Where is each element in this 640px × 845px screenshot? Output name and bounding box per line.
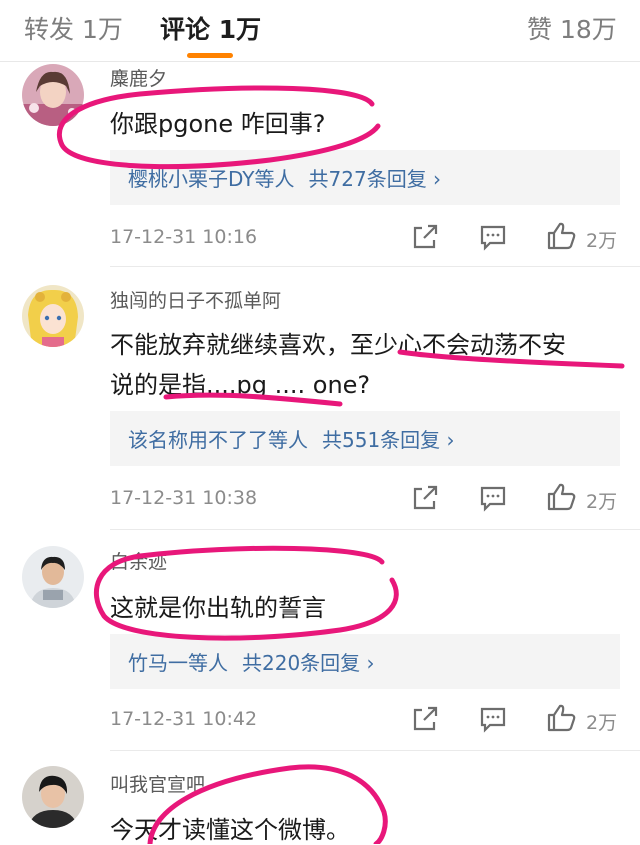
timestamp: 17-12-31 10:42 <box>110 708 258 730</box>
reply-users[interactable]: 樱桃小栗子DY等人 <box>128 167 295 191</box>
like-count: 2万 <box>586 712 618 734</box>
replies-preview[interactable]: 该名称用不了了等人 共551条回复 › <box>110 411 620 466</box>
share-icon[interactable] <box>410 483 440 513</box>
comment-text-line-2: 说的是指....pg .... one? <box>110 371 371 399</box>
comment-divider <box>110 750 640 751</box>
comment-divider <box>110 529 640 530</box>
avatar[interactable] <box>22 285 84 347</box>
username[interactable]: 独闯的日子不孤单阿 <box>110 286 281 313</box>
reply-users[interactable]: 竹马一等人 <box>128 651 228 675</box>
like-icon[interactable] <box>546 481 578 513</box>
reply-count-link[interactable]: 共727条回复 › <box>309 167 442 191</box>
comment-icon[interactable] <box>478 483 508 513</box>
replies-preview[interactable]: 樱桃小栗子DY等人 共727条回复 › <box>110 150 620 205</box>
tab-comments[interactable]: 评论 1万 <box>160 10 261 46</box>
reply-users[interactable]: 该名称用不了了等人 <box>128 428 308 452</box>
comment-divider <box>110 266 640 267</box>
reply-count-link[interactable]: 共551条回复 › <box>322 428 455 452</box>
timestamp: 17-12-31 10:16 <box>110 226 258 248</box>
avatar[interactable] <box>22 766 84 828</box>
like-count: 2万 <box>586 491 618 513</box>
tab-bar: 转发 1万 评论 1万 赞 18万 <box>0 0 640 62</box>
comment-text: 你跟pgone 咋回事? <box>110 110 326 138</box>
comment-icon[interactable] <box>478 704 508 734</box>
like-icon[interactable] <box>546 702 578 734</box>
like-count: 2万 <box>586 230 618 252</box>
comment-icon[interactable] <box>478 222 508 252</box>
comment-text-line-1: 不能放弃就继续喜欢，至少心不会动荡不安 <box>110 331 566 359</box>
reply-count-link[interactable]: 共220条回复 › <box>242 651 375 675</box>
comment-text: 这就是你出轨的誓言 <box>110 594 326 622</box>
username[interactable]: 叫我官宣吧 <box>110 770 205 797</box>
like-icon[interactable] <box>546 220 578 252</box>
header-divider <box>0 61 640 62</box>
tab-likes[interactable]: 赞 18万 <box>527 10 617 46</box>
timestamp: 17-12-31 10:38 <box>110 487 258 509</box>
tab-repost[interactable]: 转发 1万 <box>24 10 123 46</box>
active-tab-indicator <box>187 53 233 58</box>
replies-preview[interactable]: 竹马一等人 共220条回复 › <box>110 634 620 689</box>
avatar[interactable] <box>22 64 84 126</box>
username[interactable]: 白余迹 <box>110 547 167 574</box>
username[interactable]: 麋鹿夕 <box>110 64 167 91</box>
comment-text: 今天才读懂这个微博。 <box>110 816 350 844</box>
share-icon[interactable] <box>410 222 440 252</box>
share-icon[interactable] <box>410 704 440 734</box>
avatar[interactable] <box>22 546 84 608</box>
